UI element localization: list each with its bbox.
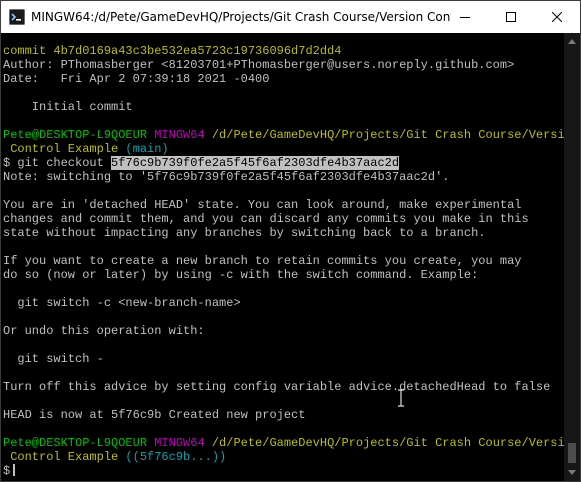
terminal-text: Date: Fri Apr 2 07:39:18 2021 -0400 <box>3 72 270 86</box>
terminal-line: Pete@DESKTOP-L9QOEUR MINGW64 /d/Pete/Gam… <box>3 436 564 450</box>
terminal-window: MINGW64:/d/Pete/GameDevHQ/Projects/Git C… <box>0 0 581 482</box>
terminal-text: git switch - <box>3 352 104 366</box>
terminal-text: Control Example <box>3 450 119 464</box>
terminal-text: If you want to create a new branch to re… <box>3 254 522 268</box>
terminal-line: If you want to create a new branch to re… <box>3 254 564 268</box>
terminal-line: commit 4b7d0169a43c3be532ea5723c19736096… <box>3 44 564 58</box>
terminal-output[interactable]: commit 4b7d0169a43c3be532ea5723c19736096… <box>1 33 564 481</box>
terminal-text: HEAD is now at 5f76c9b Created new proje… <box>3 408 306 422</box>
terminal-text: state without impacting any branches by … <box>3 226 486 240</box>
close-button[interactable] <box>534 1 580 33</box>
terminal-text: You are in 'detached HEAD' state. You ca… <box>3 198 522 212</box>
terminal-text: MINGW64 <box>154 128 212 142</box>
minimize-button[interactable] <box>442 1 488 33</box>
maximize-icon <box>506 12 516 22</box>
terminal-text: /d/Pete/GameDevHQ/Projects/Git Crash Cou… <box>211 436 564 450</box>
terminal-text: Or undo this operation with: <box>3 324 205 338</box>
terminal-line: git switch -c <new-branch-name> <box>3 296 564 310</box>
terminal-line: Author: PThomasberger <81203701+PThomasb… <box>3 58 564 72</box>
terminal-text: Initial commit <box>3 100 133 114</box>
terminal-text: /d/Pete/GameDevHQ/Projects/Git Crash Cou… <box>211 128 564 142</box>
terminal-text: ((5f76c9b...)) <box>118 450 227 464</box>
title-bar[interactable]: MINGW64:/d/Pete/GameDevHQ/Projects/Git C… <box>1 1 580 33</box>
terminal-text: git switch -c <new-branch-name> <box>3 296 241 310</box>
scroll-down-arrow-icon[interactable] <box>564 465 580 481</box>
vertical-scrollbar[interactable] <box>564 33 580 481</box>
terminal-line: Note: switching to '5f76c9b739f0fe2a5f45… <box>3 170 564 184</box>
terminal-line: Control Example (main) <box>3 142 564 156</box>
mouse-ibeam-cursor-icon <box>397 389 405 407</box>
text-cursor <box>13 464 16 476</box>
close-icon <box>552 12 562 22</box>
terminal-text: Pete@DESKTOP-L9QOEUR <box>3 436 155 450</box>
terminal-text: changes and commit them, and you can dis… <box>3 212 529 226</box>
terminal-text: Turn off this advice by setting config v… <box>3 380 551 394</box>
scroll-up-arrow-icon[interactable] <box>564 33 580 49</box>
terminal-line: HEAD is now at 5f76c9b Created new proje… <box>3 408 564 422</box>
terminal-line: $ git checkout 5f76c9b739f0fe2a5f45f6af2… <box>3 156 564 170</box>
terminal-text: $ <box>3 464 11 478</box>
terminal-line: changes and commit them, and you can dis… <box>3 212 564 226</box>
terminal-text: Note: switching to '5f76c9b739f0fe2a5f45… <box>3 170 450 184</box>
terminal-text: MINGW64 <box>154 436 212 450</box>
terminal-line: $ <box>3 464 564 478</box>
terminal-text: Author: PThomasberger <81203701+PThomasb… <box>3 58 515 72</box>
terminal-text: (main) <box>118 142 169 156</box>
terminal-text: $ git checkout <box>3 156 112 170</box>
terminal-line: do so (now or later) by using -c with th… <box>3 268 564 282</box>
mingw-terminal-icon[interactable] <box>9 9 25 25</box>
terminal-line: You are in 'detached HEAD' state. You ca… <box>3 198 564 212</box>
minimize-icon <box>460 17 470 18</box>
terminal-line: state without impacting any branches by … <box>3 226 564 240</box>
scrollbar-thumb[interactable] <box>568 443 576 463</box>
terminal-line: Initial commit <box>3 100 564 114</box>
terminal-text: do so (now or later) by using -c with th… <box>3 268 479 282</box>
terminal-text: Pete@DESKTOP-L9QOEUR <box>3 128 155 142</box>
terminal-line: Pete@DESKTOP-L9QOEUR MINGW64 /d/Pete/Gam… <box>3 128 564 142</box>
terminal-line: Date: Fri Apr 2 07:39:18 2021 -0400 <box>3 72 564 86</box>
terminal-text: Control Example <box>3 142 119 156</box>
selected-commit-hash: 5f76c9b739f0fe2a5f45f6af2303dfe4b37aac2d <box>111 156 400 170</box>
window-title: MINGW64:/d/Pete/GameDevHQ/Projects/Git C… <box>31 10 451 24</box>
maximize-button[interactable] <box>488 1 534 33</box>
terminal-line: Turn off this advice by setting config v… <box>3 380 564 394</box>
terminal-line: git switch - <box>3 352 564 366</box>
terminal-line: Or undo this operation with: <box>3 324 564 338</box>
terminal-text: commit 4b7d0169a43c3be532ea5723c19736096… <box>3 44 342 58</box>
terminal-line: Control Example ((5f76c9b...)) <box>3 450 564 464</box>
